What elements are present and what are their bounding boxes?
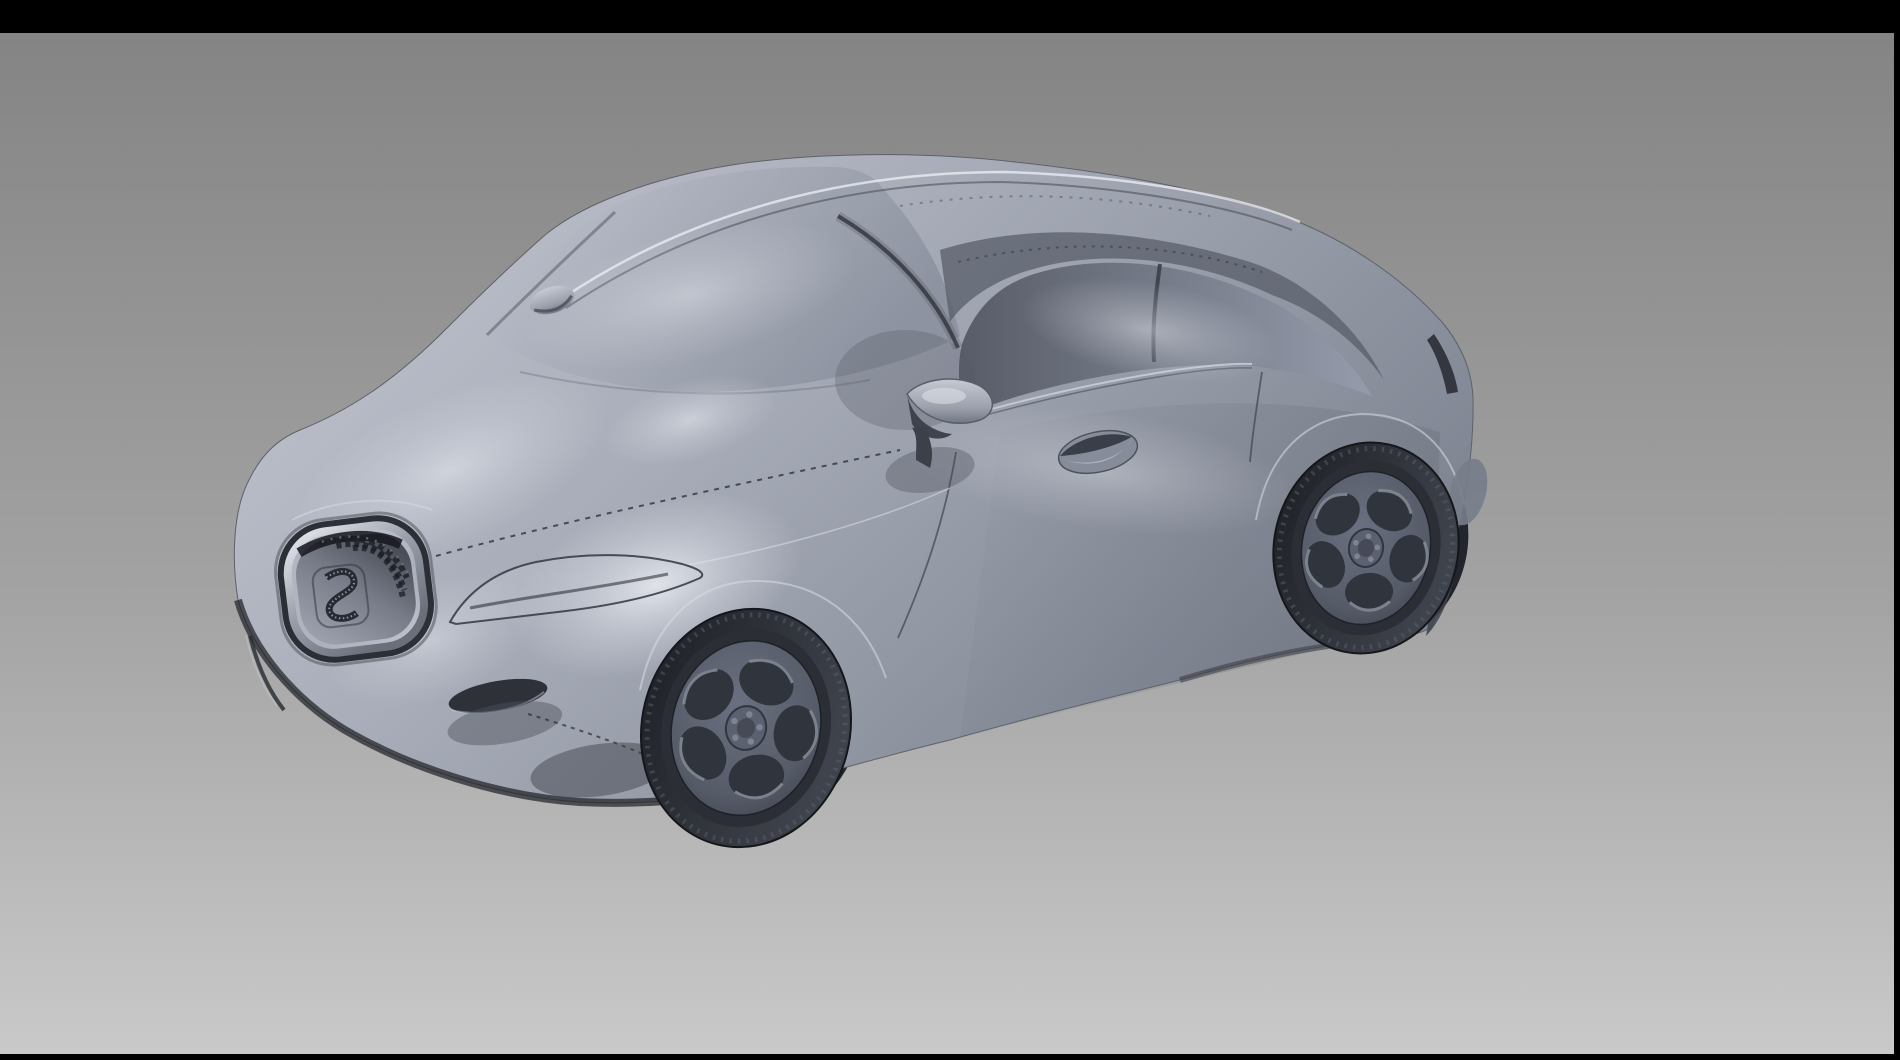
viewport-3d-render — [0, 0, 1900, 1060]
mirror-gloss — [922, 388, 966, 404]
screenshot-stage — [0, 0, 1900, 1060]
bottom-letterbox-edge — [0, 1054, 1900, 1060]
top-letterbox-bar — [0, 0, 1900, 33]
right-letterbox-edge — [1894, 0, 1900, 1060]
